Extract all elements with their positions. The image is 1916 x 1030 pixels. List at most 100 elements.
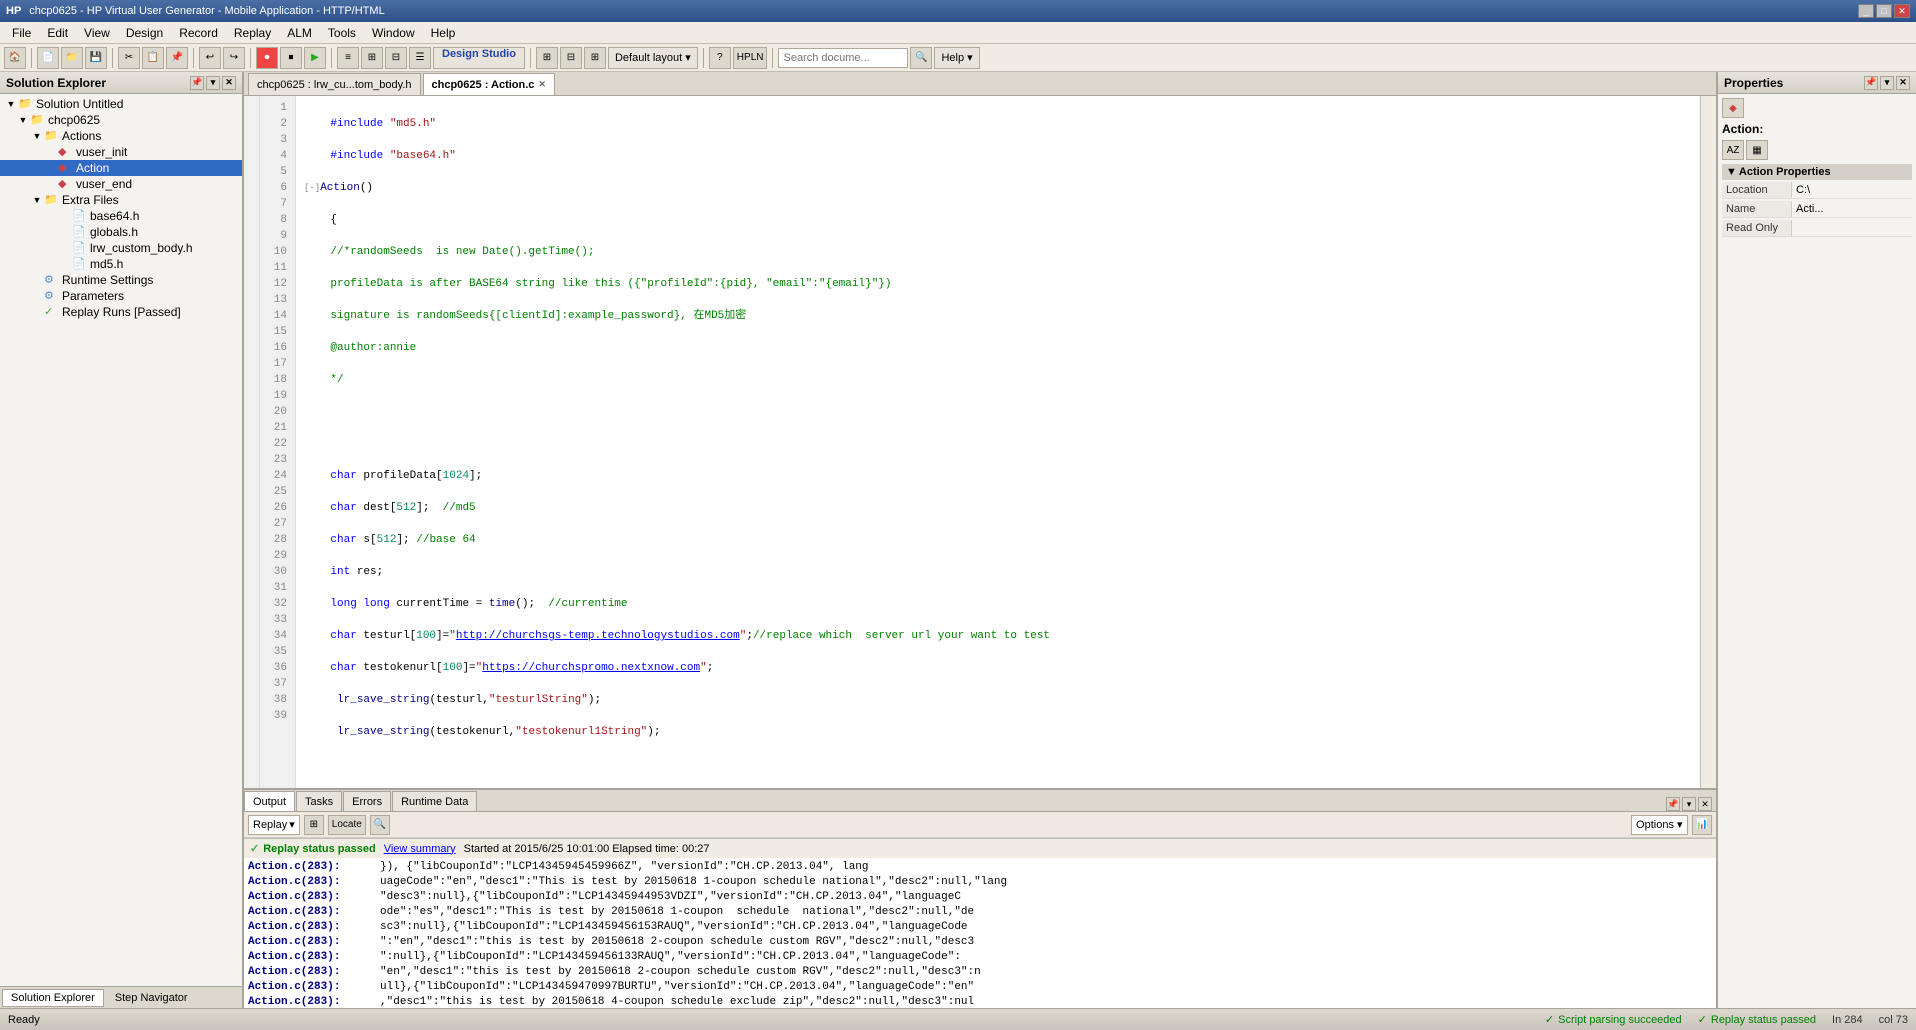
expand-actions-icon: ▼ xyxy=(30,131,44,141)
code-content[interactable]: #include "md5.h" #include "base64.h" [-]… xyxy=(296,96,1700,788)
props-tb-group-icon[interactable]: ▦ xyxy=(1746,140,1768,160)
tree-item-md5[interactable]: 📄 md5.h xyxy=(0,256,242,272)
props-name-value: Acti... xyxy=(1792,201,1912,217)
runtime-data-tab[interactable]: Runtime Data xyxy=(392,791,477,811)
window-controls[interactable]: _ □ ✕ xyxy=(1858,4,1910,18)
tb-paste-button[interactable]: 📌 xyxy=(166,47,188,69)
menu-record[interactable]: Record xyxy=(171,24,226,42)
tab-lrw[interactable]: chcp0625 : lrw_cu...tom_body.h xyxy=(248,73,421,95)
output-filter-btn[interactable]: ⊞ xyxy=(304,815,324,835)
design-studio-button[interactable]: Design Studio xyxy=(433,47,525,69)
tree-item-action[interactable]: ◆ Action xyxy=(0,160,242,176)
menu-replay[interactable]: Replay xyxy=(226,24,279,42)
tree-item-actions-folder[interactable]: ▼ 📁 Actions xyxy=(0,128,242,144)
tree-item-vuser-init[interactable]: ◆ vuser_init xyxy=(0,144,242,160)
tree-item-vuser-end[interactable]: ◆ vuser_end xyxy=(0,176,242,192)
tb-record-button[interactable]: ⏺ xyxy=(256,47,278,69)
props-row-name: Name Acti... xyxy=(1722,201,1912,218)
panel-close-icon[interactable]: ✕ xyxy=(222,76,236,90)
tb-grid-btn[interactable]: ⊞ xyxy=(536,47,558,69)
tree-item-globals[interactable]: 📄 globals.h xyxy=(0,224,242,240)
tb-copy-button[interactable]: 📋 xyxy=(142,47,164,69)
output-search-btn[interactable]: 🔍 xyxy=(370,815,390,835)
view-summary-link[interactable]: View summary xyxy=(384,843,456,855)
editor-scrollbar[interactable] xyxy=(1700,96,1716,788)
replay-dropdown[interactable]: Replay ▾ xyxy=(248,815,300,835)
solution-explorer-tab[interactable]: Solution Explorer xyxy=(2,989,104,1007)
tb-btn-c[interactable]: ⊟ xyxy=(385,47,407,69)
menu-help[interactable]: Help xyxy=(423,24,464,42)
props-icon-btn-1[interactable]: ◆ xyxy=(1722,98,1744,118)
tb-btn-a[interactable]: ≡ xyxy=(337,47,359,69)
tb-hpln-btn[interactable]: HPLN xyxy=(733,47,768,69)
output-panel: Output Tasks Errors Runtime Data 📌 ▾ ✕ xyxy=(244,788,1716,1008)
props-section-header[interactable]: ▼ Action Properties xyxy=(1722,164,1912,180)
help-dropdown-button[interactable]: Help ▾ xyxy=(934,47,979,69)
output-tab[interactable]: Output xyxy=(244,791,295,811)
output-pin-icon[interactable]: 📌 xyxy=(1666,797,1680,811)
tree-item-solution[interactable]: ▼ 📁 Solution Untitled xyxy=(0,96,242,112)
ln-10: 10 xyxy=(260,244,291,260)
tab-action-close-icon[interactable]: ✕ xyxy=(538,79,546,90)
output-log[interactable]: Action.c(283): }), {"libCouponId":"LCP14… xyxy=(244,858,1716,1008)
tb-home-button[interactable]: 🏠 xyxy=(4,47,26,69)
output-export-btn[interactable]: 📊 xyxy=(1692,815,1712,835)
tree-item-runtime[interactable]: ⚙ Runtime Settings xyxy=(0,272,242,288)
tb-open-button[interactable]: 📁 xyxy=(61,47,83,69)
tb-search-btn[interactable]: 🔍 xyxy=(910,47,932,69)
code-editor[interactable]: 1 2 3 4 5 6 7 8 9 10 11 12 13 14 15 16 1 xyxy=(244,96,1716,788)
solution-tree: ▼ 📁 Solution Untitled ▼ 📁 chcp0625 ▼ 📁 A… xyxy=(0,94,242,986)
options-dropdown[interactable]: Options ▾ xyxy=(1631,815,1688,835)
tb-help-q-btn[interactable]: ? xyxy=(709,47,731,69)
props-tb-sort-icon[interactable]: AZ xyxy=(1722,140,1744,160)
tree-item-replay-runs[interactable]: ✓ Replay Runs [Passed] xyxy=(0,304,242,320)
tree-item-project[interactable]: ▼ 📁 chcp0625 xyxy=(0,112,242,128)
output-close-icon[interactable]: ✕ xyxy=(1698,797,1712,811)
ln-11: 11 xyxy=(260,260,291,276)
props-pin-icon[interactable]: 📌 xyxy=(1864,76,1878,90)
menu-alm[interactable]: ALM xyxy=(279,24,320,42)
tree-item-base64[interactable]: 📄 base64.h xyxy=(0,208,242,224)
menu-edit[interactable]: Edit xyxy=(39,24,76,42)
tb-tbl-btn[interactable]: ⊞ xyxy=(584,47,606,69)
output-locate-btn[interactable]: Locate xyxy=(328,815,366,835)
panel-pin-icon[interactable]: 📌 xyxy=(190,76,204,90)
extra-folder-icon: 📁 xyxy=(44,193,60,207)
tb-btn-d[interactable]: ☰ xyxy=(409,47,431,69)
step-navigator-tab[interactable]: Step Navigator xyxy=(106,989,197,1007)
tb-run-button[interactable]: ▶ xyxy=(304,47,326,69)
tb-cut-button[interactable]: ✂ xyxy=(118,47,140,69)
minimize-button[interactable]: _ xyxy=(1858,4,1874,18)
log-line-8: Action.c(283): "en","desc1":"this is tes… xyxy=(248,965,1712,980)
props-close-icon[interactable]: ✕ xyxy=(1896,76,1910,90)
globals-file-icon: 📄 xyxy=(72,225,88,239)
default-layout-dropdown[interactable]: Default layout ▾ xyxy=(608,47,698,69)
menu-tools[interactable]: Tools xyxy=(320,24,364,42)
props-menu-icon[interactable]: ▾ xyxy=(1880,76,1894,90)
output-menu-icon[interactable]: ▾ xyxy=(1682,797,1696,811)
tree-item-parameters[interactable]: ⚙ Parameters xyxy=(0,288,242,304)
tree-item-extra-files[interactable]: ▼ 📁 Extra Files xyxy=(0,192,242,208)
code-line-10 xyxy=(304,404,1692,420)
ln-20: 20 xyxy=(260,404,291,420)
errors-tab[interactable]: Errors xyxy=(343,791,391,811)
tb-col-btn[interactable]: ⊟ xyxy=(560,47,582,69)
menu-file[interactable]: File xyxy=(4,24,39,42)
log-line-2: Action.c(283): uageCode":"en","desc1":"T… xyxy=(248,875,1712,890)
tb-save-button[interactable]: 💾 xyxy=(85,47,107,69)
maximize-button[interactable]: □ xyxy=(1876,4,1892,18)
tree-item-lrw[interactable]: 📄 lrw_custom_body.h xyxy=(0,240,242,256)
menu-window[interactable]: Window xyxy=(364,24,423,42)
menu-design[interactable]: Design xyxy=(118,24,171,42)
tasks-tab[interactable]: Tasks xyxy=(296,791,342,811)
tb-stop-button[interactable]: ⏹ xyxy=(280,47,302,69)
tb-btn-b[interactable]: ⊞ xyxy=(361,47,383,69)
menu-view[interactable]: View xyxy=(76,24,118,42)
tb-undo-button[interactable]: ↩ xyxy=(199,47,221,69)
tab-action[interactable]: chcp0625 : Action.c ✕ xyxy=(423,73,555,95)
close-button[interactable]: ✕ xyxy=(1894,4,1910,18)
search-input[interactable] xyxy=(778,48,908,68)
tb-redo-button[interactable]: ↪ xyxy=(223,47,245,69)
panel-menu-icon[interactable]: ▾ xyxy=(206,76,220,90)
tb-new-button[interactable]: 📄 xyxy=(37,47,59,69)
